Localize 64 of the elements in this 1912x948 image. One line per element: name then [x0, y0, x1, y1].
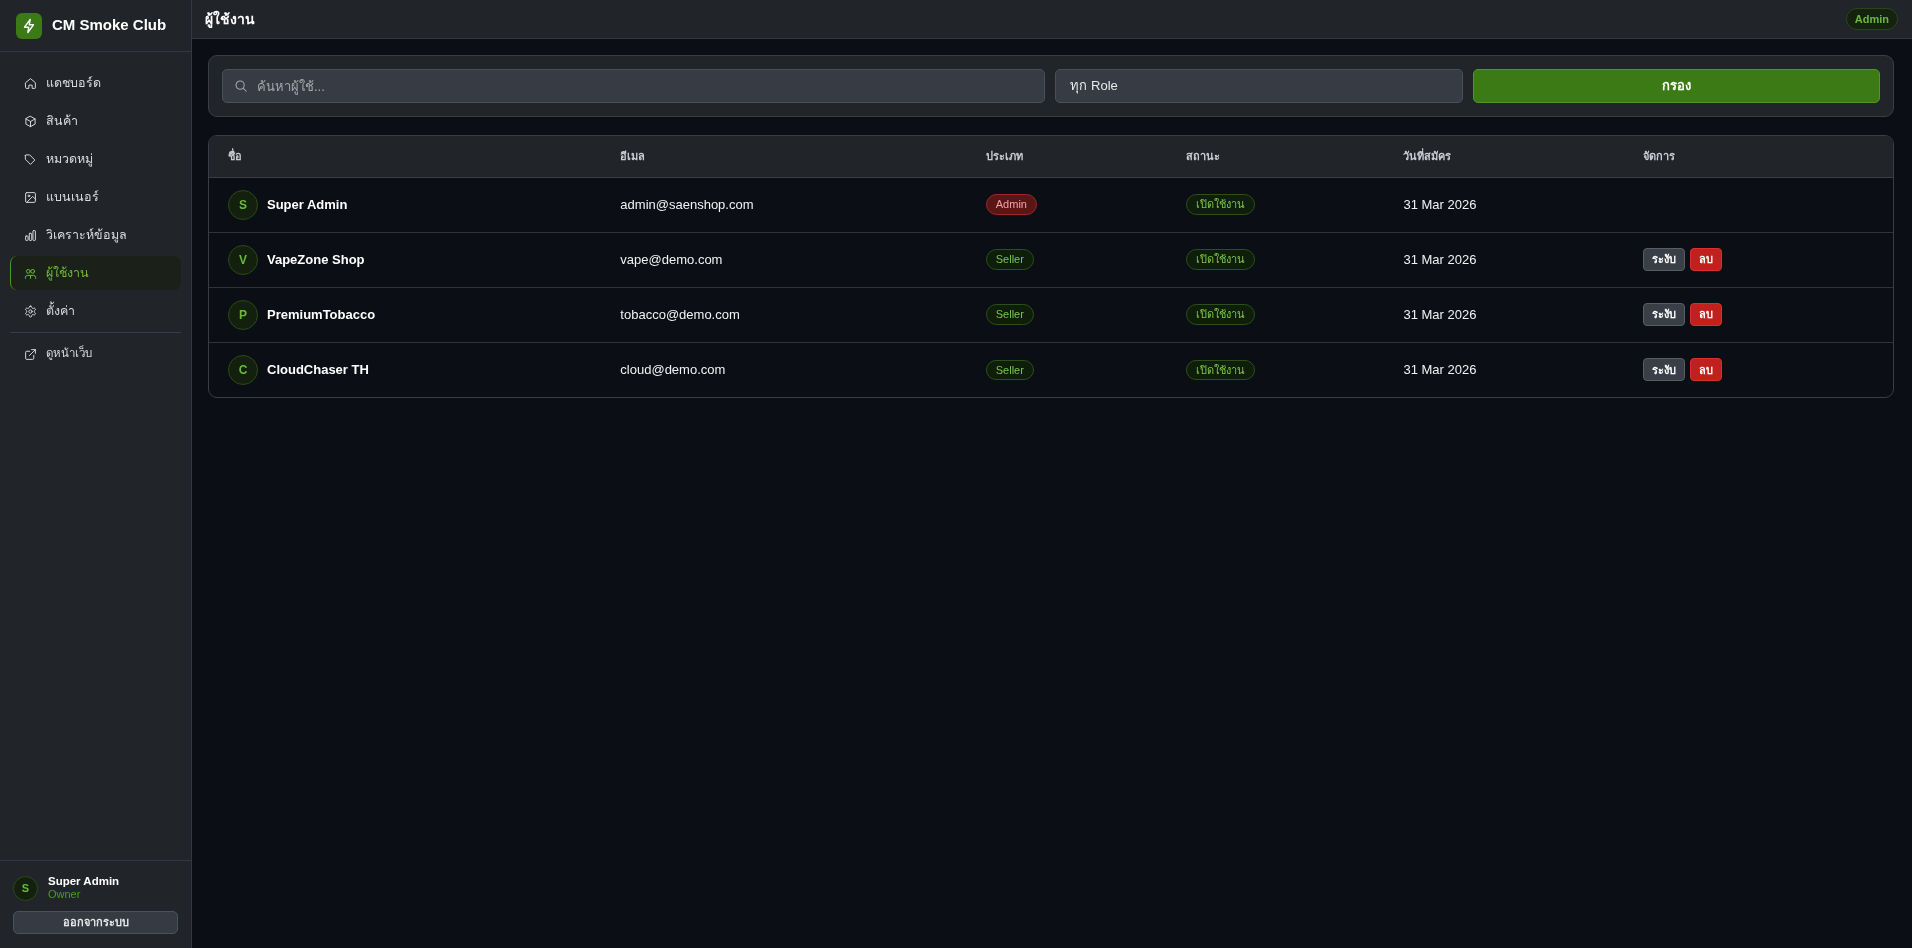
suspend-button[interactable]: ระงับ: [1642, 358, 1685, 382]
filter-button[interactable]: กรอง: [1472, 69, 1880, 103]
users-icon: [24, 266, 37, 280]
user-avatar: V: [228, 244, 258, 275]
nav-item[interactable]: ตั้งค่า: [10, 294, 181, 328]
delete-button[interactable]: ลบ: [1689, 303, 1722, 326]
page-title: ผู้ใช้งาน: [205, 9, 255, 30]
bar-chart-icon: [24, 228, 37, 242]
home-icon: [24, 76, 37, 90]
user-role: Owner: [48, 888, 82, 901]
suspend-button[interactable]: ระงับ: [1642, 248, 1685, 271]
nav-item[interactable]: แบนเนอร์: [10, 180, 181, 214]
nav-item[interactable]: แดชบอร์ด: [10, 66, 181, 100]
role-badge: Admin: [1845, 7, 1898, 31]
nav-item[interactable]: วิเคราะห์ข้อมูล: [10, 218, 181, 252]
user-avatar: S: [228, 189, 258, 220]
user-name: Super Admin: [48, 875, 120, 889]
status-badge: เปิดใช้งาน: [1186, 359, 1256, 380]
signup-date: 31 Mar 2026: [1384, 177, 1624, 232]
user-avatar: C: [228, 354, 258, 385]
user-name: VapeZone Shop: [267, 250, 365, 269]
nav-item[interactable]: ผู้ใช้งาน: [10, 256, 181, 290]
role-badge: Seller: [985, 304, 1034, 325]
column-header: สถานะ: [1167, 136, 1385, 177]
user-name: CloudChaser TH: [267, 361, 369, 379]
user-name: PremiumTobacco: [267, 305, 376, 324]
nav-item[interactable]: สินค้า: [10, 104, 181, 138]
tag-icon: [24, 152, 37, 166]
role-badge: Seller: [985, 249, 1034, 270]
signup-date: 31 Mar 2026: [1384, 342, 1624, 397]
lightning-logo-icon: [16, 12, 42, 39]
column-header: วันที่สมัคร: [1384, 136, 1624, 177]
user-avatar: S: [13, 875, 38, 901]
status-badge: เปิดใช้งาน: [1186, 194, 1256, 215]
search-field[interactable]: ค้นหาผู้ใช้...: [222, 69, 1046, 103]
image-icon: [24, 190, 37, 204]
nav-item[interactable]: หมวดหมู่: [10, 142, 181, 176]
user-name: Super Admin: [267, 195, 348, 214]
column-header: อีเมล: [601, 136, 967, 177]
user-email: admin@saenshop.com: [601, 177, 967, 232]
suspend-button[interactable]: ระงับ: [1642, 303, 1685, 326]
user-avatar: P: [228, 299, 258, 330]
signup-date: 31 Mar 2026: [1384, 287, 1624, 342]
status-badge: เปิดใช้งาน: [1186, 304, 1256, 325]
user-email: vape@demo.com: [601, 232, 967, 287]
role-badge: Seller: [985, 359, 1034, 380]
user-email: cloud@demo.com: [601, 342, 967, 397]
view-site-link[interactable]: ดูหน้าเว็บ: [10, 337, 181, 371]
role-badge: Admin: [985, 194, 1037, 215]
brand-name: CM Smoke Club: [52, 15, 167, 36]
delete-button[interactable]: ลบ: [1689, 248, 1722, 271]
user-email: tobacco@demo.com: [601, 287, 967, 342]
column-header: จัดการ: [1623, 136, 1893, 177]
delete-button[interactable]: ลบ: [1689, 358, 1722, 382]
search-icon: [234, 79, 248, 93]
cube-icon: [24, 114, 37, 128]
signup-date: 31 Mar 2026: [1384, 232, 1624, 287]
status-badge: เปิดใช้งาน: [1186, 249, 1256, 270]
settings-icon: [24, 304, 37, 318]
column-header: ชื่อ: [209, 136, 602, 177]
column-header: ประเภท: [966, 136, 1168, 177]
external-link-icon: [24, 347, 37, 361]
logout-button[interactable]: ออกจากระบบ: [13, 911, 178, 934]
role-select[interactable]: ทุก Role: [1055, 69, 1463, 103]
